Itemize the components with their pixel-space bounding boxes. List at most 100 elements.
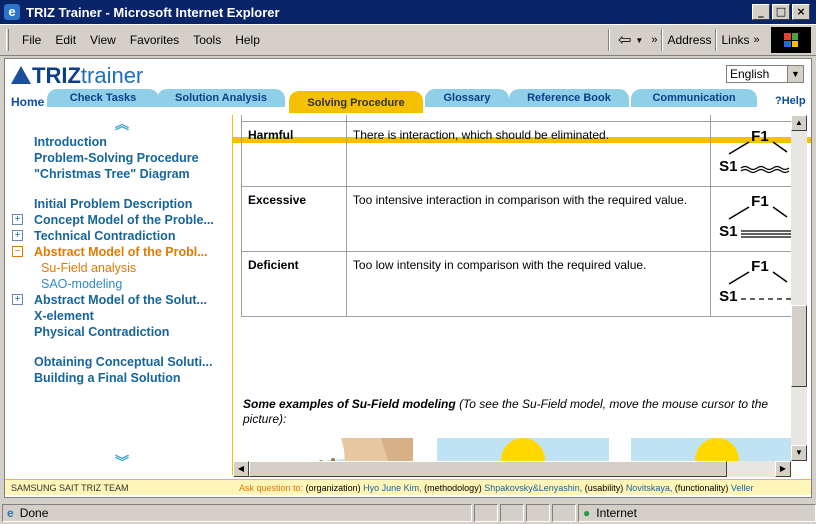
contact-link[interactable]: Veller xyxy=(731,483,754,493)
nav-sao-modeling[interactable]: SAO-modeling xyxy=(41,277,122,291)
example-picture-sun-reflection[interactable] xyxy=(631,438,791,461)
toolbar-grip xyxy=(6,29,9,51)
nav-christmas-tree-diagram[interactable]: "Christmas Tree" Diagram xyxy=(34,167,190,181)
expand-icon[interactable]: + xyxy=(12,214,23,225)
title-bar: e TRIZ Trainer - Microsoft Internet Expl… xyxy=(0,0,816,24)
scroll-left-button[interactable]: ◀ xyxy=(233,461,249,477)
f1-label: F1 xyxy=(751,258,769,275)
language-select[interactable]: English ▼ xyxy=(726,65,804,83)
logo-triangle-icon xyxy=(11,66,31,84)
page-footer: SAMSUNG SAIT TRIZ TEAM Ask question to: … xyxy=(5,479,811,495)
nav-problem-solving-procedure[interactable]: Problem-Solving Procedure xyxy=(34,151,199,165)
nav-x-element[interactable]: X-element xyxy=(34,309,94,323)
team-label: SAMSUNG SAIT TRIZ TEAM xyxy=(11,483,129,493)
scroll-right-button[interactable]: ▶ xyxy=(775,461,791,477)
contact-link[interactable]: Novitskaya, xyxy=(626,483,673,493)
f1-label: F1 xyxy=(751,128,769,145)
example-picture-wind[interactable] xyxy=(241,438,413,461)
tab-glossary[interactable]: Glossary xyxy=(425,89,509,107)
main-panel: S Harmful There is interaction, which sh… xyxy=(241,115,791,461)
address-label[interactable]: Address xyxy=(667,33,711,47)
scroll-thumb-horizontal[interactable] xyxy=(249,461,727,477)
scroll-thumb[interactable] xyxy=(791,305,807,387)
contact-link[interactable]: Shpakovsky&Lenyashin, xyxy=(484,483,582,493)
links-chevron[interactable]: » xyxy=(754,34,760,46)
separator xyxy=(661,29,664,51)
nav-abstract-model-problem[interactable]: Abstract Model of the Probl... xyxy=(34,245,208,259)
main-tabs: Home Check Tasks Solution Analysis Solvi… xyxy=(5,89,811,143)
nav-abstract-model-solution[interactable]: Abstract Model of the Solut... xyxy=(34,293,207,307)
table-row: Excessive Too intensive interaction in c… xyxy=(241,186,791,252)
scroll-down-button[interactable]: ▼ xyxy=(791,445,807,461)
tab-reference-book[interactable]: Reference Book xyxy=(509,89,629,107)
s1-label: S1 xyxy=(719,223,738,240)
menu-bar: File Edit View Favorites Tools Help ⇦ ▼ … xyxy=(0,24,816,56)
expand-icon[interactable]: + xyxy=(12,294,23,305)
table-row: Harmful There is interaction, which shou… xyxy=(241,121,791,187)
links-label[interactable]: Links xyxy=(721,33,749,47)
dropdown-arrow-icon[interactable]: ▼ xyxy=(787,66,803,82)
contact-link[interactable]: Hyo June Kim, xyxy=(363,483,422,493)
minimize-button[interactable]: _ xyxy=(752,4,770,20)
interaction-description: There is interaction, which should be el… xyxy=(345,121,712,187)
nav-su-field-analysis[interactable]: Su-Field analysis xyxy=(41,261,136,275)
back-dropdown-icon[interactable]: ▼ xyxy=(635,36,643,45)
nav-obtaining-conceptual-solution[interactable]: Obtaining Conceptual Soluti... xyxy=(34,355,212,369)
interaction-type: Excessive xyxy=(241,186,347,252)
tab-check-tasks[interactable]: Check Tasks xyxy=(47,89,159,107)
help-link[interactable]: ?Help xyxy=(775,95,806,107)
page-icon: e xyxy=(7,506,14,520)
toolbar-chevron[interactable]: » xyxy=(651,34,657,46)
s1-label: S1 xyxy=(719,158,738,175)
menu-file[interactable]: File xyxy=(15,33,48,47)
scroll-down-chevron-icon[interactable]: ︾ xyxy=(115,455,129,469)
interaction-type: Harmful xyxy=(241,121,347,187)
menu-edit[interactable]: Edit xyxy=(48,33,83,47)
status-pane xyxy=(474,504,498,522)
nav-initial-problem-description[interactable]: Initial Problem Description xyxy=(34,197,192,211)
separator xyxy=(608,29,610,51)
horizontal-scrollbar[interactable]: ◀ ▶ xyxy=(233,461,791,477)
expand-icon[interactable]: + xyxy=(12,230,23,241)
example-picture-sun-pyramid[interactable] xyxy=(437,438,609,461)
maximize-button[interactable]: □ xyxy=(772,4,790,20)
menu-tools[interactable]: Tools xyxy=(186,33,228,47)
examples-text: Some examples of Su-Field modeling (To s… xyxy=(243,397,791,427)
interaction-description: Too intensive interaction in comparison … xyxy=(345,186,712,252)
interaction-description: Too low intensity in comparison with the… xyxy=(345,251,712,317)
tab-solution-analysis[interactable]: Solution Analysis xyxy=(157,89,285,107)
separator xyxy=(715,29,718,51)
examples-heading: Some examples of Su-Field modeling xyxy=(243,397,456,411)
scroll-up-chevron-icon[interactable]: ︽ xyxy=(115,117,129,131)
ie-icon: e xyxy=(4,4,20,20)
table-row: Deficient Too low intensity in compariso… xyxy=(241,251,791,317)
interaction-type: Deficient xyxy=(241,251,347,317)
status-pane xyxy=(552,504,576,522)
windows-logo-icon xyxy=(771,27,811,53)
nav-technical-contradiction[interactable]: Technical Contradiction xyxy=(34,229,175,243)
nav-physical-contradiction[interactable]: Physical Contradiction xyxy=(34,325,169,339)
zone-pane: ● Internet xyxy=(578,504,816,522)
vertical-scrollbar[interactable]: ▲ ▼ xyxy=(791,115,807,461)
nav-introduction[interactable]: Introduction xyxy=(34,135,107,149)
nav-concept-model[interactable]: Concept Model of the Proble... xyxy=(34,213,214,227)
status-bar: e Done ● Internet xyxy=(0,502,816,524)
scroll-up-button[interactable]: ▲ xyxy=(791,115,807,131)
menu-help[interactable]: Help xyxy=(228,33,267,47)
page-content: TRIZtrainer English ▼ Home Check Tasks S… xyxy=(4,58,812,498)
back-arrow-icon[interactable]: ⇦ xyxy=(618,30,631,50)
home-link[interactable]: Home xyxy=(11,95,44,109)
menu-favorites[interactable]: Favorites xyxy=(123,33,186,47)
status-text-pane: e Done xyxy=(2,504,472,522)
zone-label: Internet xyxy=(596,506,637,520)
triz-trainer-logo: TRIZtrainer xyxy=(11,63,143,89)
su-field-diagram: F1 S1 xyxy=(710,121,791,187)
tab-solving-procedure[interactable]: Solving Procedure xyxy=(289,91,423,113)
tab-communication[interactable]: Communication xyxy=(631,89,757,107)
menu-view[interactable]: View xyxy=(83,33,123,47)
window-title: TRIZ Trainer - Microsoft Internet Explor… xyxy=(26,4,280,20)
nav-building-final-solution[interactable]: Building a Final Solution xyxy=(34,371,181,385)
close-button[interactable]: × xyxy=(792,4,810,20)
su-field-diagram: F1 S1 xyxy=(710,186,791,252)
collapse-icon[interactable]: − xyxy=(12,246,23,257)
